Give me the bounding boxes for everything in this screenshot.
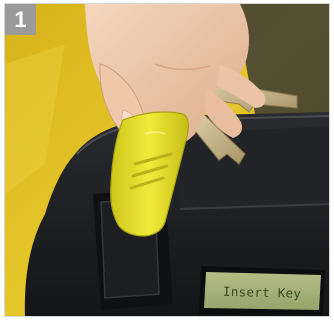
display-text: Insert Key — [222, 283, 302, 301]
photo: Insert Key — [4, 3, 330, 317]
photo-illustration — [5, 4, 329, 316]
machine-panel — [175, 126, 329, 209]
instruction-image: Insert Key 1 — [0, 0, 334, 321]
step-number-badge: 1 — [5, 4, 36, 35]
